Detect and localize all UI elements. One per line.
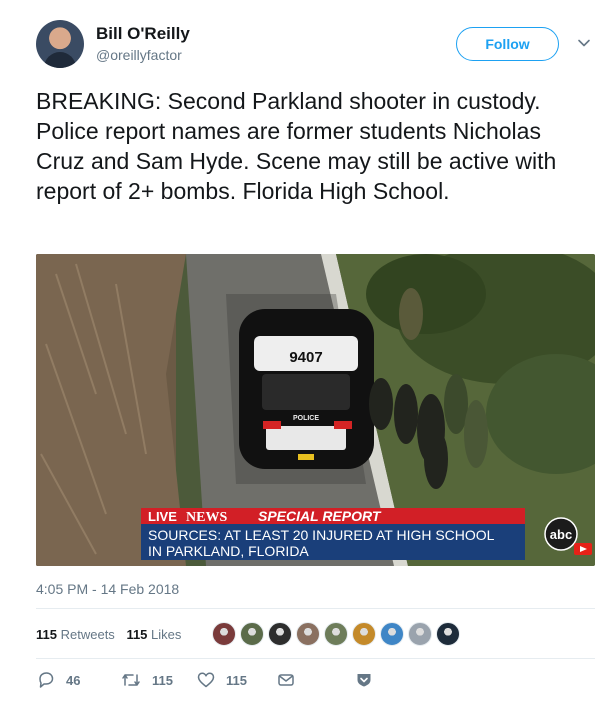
liker-avatar[interactable] xyxy=(212,622,236,646)
tweet-media[interactable]: 9407 POLICE LIVE NEWS SPECIAL REPORT SOU… xyxy=(36,254,595,566)
liker-avatar[interactable] xyxy=(324,622,348,646)
liker-avatar[interactable] xyxy=(296,622,320,646)
shield-icon xyxy=(357,674,371,687)
author-name[interactable]: Bill O'Reilly xyxy=(96,24,190,44)
likes-stat-count: 115 xyxy=(126,627,148,642)
retweets-stat[interactable]: 115 Retweets xyxy=(36,627,115,642)
headline-line1: SOURCES: AT LEAST 20 INJURED AT HIGH SCH… xyxy=(148,527,495,543)
car-number: 9407 xyxy=(289,349,322,366)
headline-line2: IN PARKLAND, FLORIDA xyxy=(148,543,309,559)
like-count: 115 xyxy=(226,672,247,688)
tweet-header: Bill O'Reilly @oreillyfactor Follow xyxy=(0,0,613,80)
news-video-still: 9407 POLICE LIVE NEWS SPECIAL REPORT SOU… xyxy=(36,254,595,566)
tweet-actions: 46 115 115 xyxy=(36,670,595,694)
envelope-icon xyxy=(278,674,294,686)
police-car: 9407 POLICE xyxy=(239,309,374,469)
network-logo: abc xyxy=(550,527,572,542)
add-to-moments-button[interactable] xyxy=(354,670,384,690)
like-button[interactable]: 115 xyxy=(196,670,247,690)
retweets-stat-count: 115 xyxy=(36,627,57,642)
retweet-count: 115 xyxy=(152,672,173,688)
special-report-label: SPECIAL REPORT xyxy=(258,508,382,524)
retweet-button[interactable]: 115 xyxy=(120,670,173,690)
avatar[interactable] xyxy=(36,20,84,68)
direct-message-button[interactable] xyxy=(276,670,306,690)
chevron-down-icon[interactable] xyxy=(577,36,591,50)
liker-avatar[interactable] xyxy=(436,622,460,646)
reply-icon xyxy=(39,672,54,688)
retweet-icon xyxy=(122,674,140,686)
liker-avatars xyxy=(212,622,464,648)
likes-stat-label: Likes xyxy=(151,627,182,642)
liker-avatar[interactable] xyxy=(268,622,292,646)
roof-text: POLICE xyxy=(293,415,319,422)
network-label: NEWS xyxy=(186,510,227,525)
liker-avatar[interactable] xyxy=(352,622,376,646)
divider xyxy=(36,608,595,609)
follow-button[interactable]: Follow xyxy=(456,27,559,61)
heart-icon xyxy=(197,672,215,688)
reply-count: 46 xyxy=(66,672,81,688)
divider xyxy=(36,658,595,659)
tweet-text: BREAKING: Second Parkland shooter in cus… xyxy=(36,88,557,204)
liker-avatar[interactable] xyxy=(380,622,404,646)
tweet-timestamp[interactable]: 4:05 PM - 14 Feb 2018 xyxy=(36,581,179,597)
retweets-stat-label: Retweets xyxy=(60,627,115,642)
reply-button[interactable]: 46 xyxy=(36,670,80,690)
liker-avatar[interactable] xyxy=(240,622,264,646)
news-lower-third: LIVE NEWS SPECIAL REPORT SOURCES: AT LEA… xyxy=(141,508,592,560)
liker-avatar[interactable] xyxy=(408,622,432,646)
author-handle[interactable]: @oreillyfactor xyxy=(96,47,182,63)
likes-stat[interactable]: 115 Likes xyxy=(126,627,181,642)
engagement-stats: 115 Retweets 115 Likes xyxy=(36,627,189,642)
live-label: LIVE xyxy=(148,509,177,524)
